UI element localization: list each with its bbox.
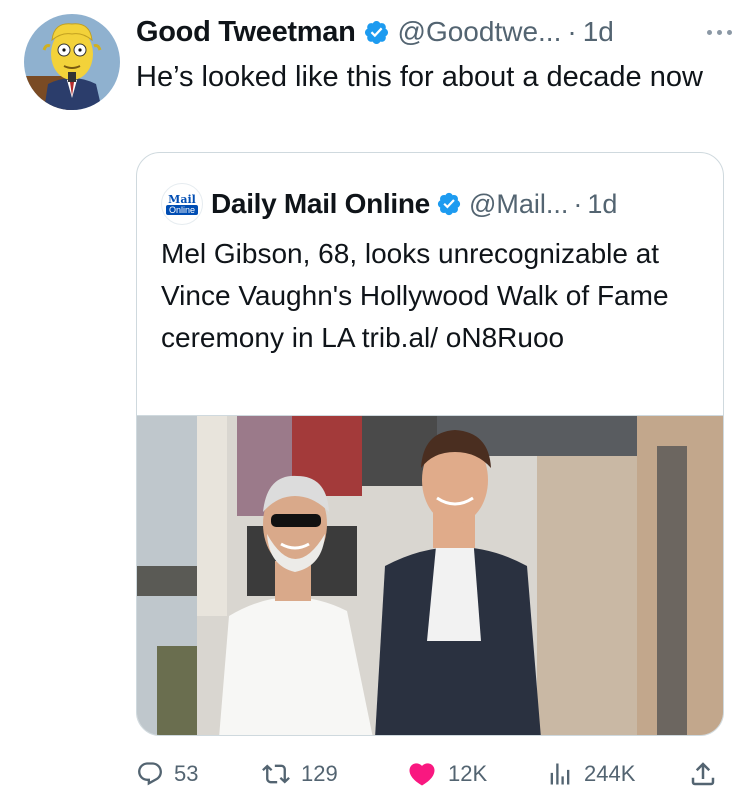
more-icon[interactable] [702,20,736,44]
quoted-handle: @Mail... [468,188,569,219]
quoted-text: Mel Gibson, 68, looks unrecognizable at … [161,238,669,353]
action-bar: 53 129 12K 244K [136,756,726,792]
retweet-icon [262,764,290,784]
tweet-time[interactable]: 1d [583,16,614,48]
heart-icon [409,763,435,786]
quoted-header: Mail Online Daily Mail Online @Mail... ·… [161,183,618,225]
quoted-time: 1d [587,188,618,219]
separator-dot: · [573,188,583,219]
quoted-avatar-line2: Online [165,204,198,215]
verified-badge-icon [437,192,461,216]
retweet-button[interactable]: 129 [261,756,338,792]
quoted-tweet[interactable]: Mail Online Daily Mail Online @Mail... ·… [136,152,724,736]
tweet-text: He’s looked like this for about a decade… [136,61,703,93]
views-count: 244K [584,761,636,786]
reply-button[interactable]: 53 [136,756,198,792]
avatar-cartoon-image [24,14,120,110]
reply-icon [138,762,162,786]
quoted-photo[interactable] [137,415,724,736]
author-handle[interactable]: @Goodtwe... [398,16,562,48]
author-name[interactable]: Good Tweetman [136,16,356,49]
quoted-author-name: Daily Mail Online [211,188,430,219]
quoted-avatar-line1: Mail [168,192,196,206]
reply-count: 53 [174,761,199,786]
share-icon [691,762,715,786]
like-button[interactable]: 12K [406,756,487,792]
like-count: 12K [448,761,488,786]
verified-badge-icon [364,20,388,44]
share-button[interactable] [688,756,728,792]
retweet-count: 129 [301,761,338,786]
views-button[interactable]: 244K [546,756,635,792]
separator-dot: · [567,16,577,47]
tweet-header: Good Tweetman @Goodtwe... · 1d [136,10,736,54]
quoted-avatar: Mail Online [161,183,203,225]
views-icon [550,763,570,785]
author-avatar[interactable] [24,14,120,110]
